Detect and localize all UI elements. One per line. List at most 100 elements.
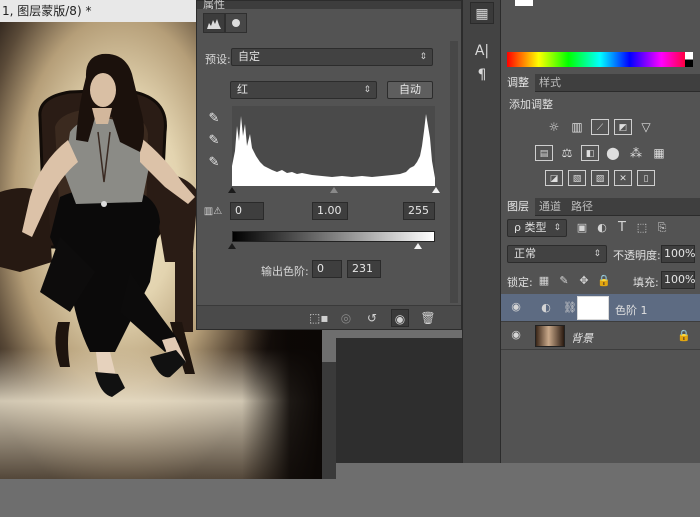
opacity-field[interactable]: 100% <box>661 245 695 263</box>
black-point-eyedropper-icon[interactable]: ✎ <box>206 111 222 127</box>
add-adjustment-title: 添加调整 <box>509 98 553 111</box>
layer-filter-label: ρ 类型 <box>514 221 547 234</box>
layer-name[interactable]: 色阶 1 <box>615 302 648 318</box>
threshold-icon[interactable]: ▨ <box>591 170 609 186</box>
channel-mixer-icon[interactable]: ⁂ <box>627 145 645 161</box>
levels-icon[interactable]: ▥ <box>568 119 586 135</box>
black-white-ramp[interactable] <box>685 52 693 67</box>
input-white-field[interactable]: 255 <box>403 202 435 220</box>
levels-adjustment-tab[interactable] <box>203 13 225 33</box>
mask-icon <box>232 19 240 27</box>
exposure-icon[interactable]: ◩ <box>614 119 632 135</box>
input-black-slider[interactable] <box>228 187 236 193</box>
layer-row-background[interactable]: ◉ 背景 🔒 <box>501 322 700 350</box>
input-white-slider[interactable] <box>432 187 440 193</box>
mask-tab[interactable] <box>225 13 247 33</box>
visibility-eye-icon[interactable]: ◉ <box>391 309 409 327</box>
properties-title-bar[interactable]: 属性 <box>197 0 461 11</box>
input-gamma-field[interactable]: 1.00 <box>312 202 348 220</box>
layer-mask-thumbnail[interactable] <box>577 296 609 320</box>
fill-field[interactable]: 100% <box>661 271 695 289</box>
invert-icon[interactable]: ◪ <box>545 170 563 186</box>
filter-adjustment-icon[interactable]: ◐ <box>595 221 609 234</box>
properties-panel-title: 属性 <box>203 0 225 11</box>
vibrance-icon[interactable]: ▽ <box>637 119 655 135</box>
gray-point-eyedropper-icon[interactable]: ✎ <box>206 133 222 149</box>
tab-paths[interactable]: 路径 <box>565 198 599 216</box>
adjustment-layer-icon: ◐ <box>541 301 551 314</box>
select-arrows-icon: ⇕ <box>553 223 561 233</box>
opacity-label: 不透明度: <box>613 249 661 262</box>
input-gamma-slider[interactable] <box>330 187 338 193</box>
paragraph-panel-icon[interactable]: ¶ <box>470 64 494 86</box>
posterize-icon[interactable]: ▧ <box>568 170 586 186</box>
blend-mode-select[interactable]: 正常 ⇕ <box>507 245 607 263</box>
right-dock: 调整 样式 添加调整 ☼ ▥ ⟋ ◩ ▽ ▤ ⚖ ◧ ⬤ ⁂ ▦ ◪ ▧ ▨ ✕… <box>500 0 700 463</box>
tab-channels[interactable]: 通道 <box>533 198 567 216</box>
layers-tabbar: 图层 通道 路径 <box>501 198 700 216</box>
channel-select[interactable]: 红 ⇕ <box>230 81 377 99</box>
properties-panel: 属性 预设: 自定 ⇕ 红 ⇕ 自动 ✎ ✎ ✎ ▥⚠ 0 1.00 255 输… <box>196 0 462 330</box>
tab-adjustments[interactable]: 调整 <box>501 74 535 92</box>
document-tab-title: 1, 图层蒙版/8) * <box>2 4 92 18</box>
select-arrows-icon: ⇕ <box>363 85 371 95</box>
foreground-swatch[interactable] <box>515 0 533 6</box>
tab-layers[interactable]: 图层 <box>501 198 535 216</box>
output-black-field[interactable]: 0 <box>312 260 342 278</box>
output-levels-label: 输出色阶: <box>261 265 309 278</box>
color-balance-icon[interactable]: ⚖ <box>558 145 576 161</box>
output-gradient <box>232 231 435 242</box>
lock-pixels-icon[interactable]: ✎ <box>557 274 571 287</box>
output-white-slider[interactable] <box>414 243 422 249</box>
layer-row-levels[interactable]: ◉ ◐ ⛓ 色阶 1 <box>501 294 700 322</box>
black-white-icon[interactable]: ◧ <box>581 145 599 161</box>
background-thumbnail <box>535 325 565 347</box>
delete-trash-icon[interactable]: 🗑 <box>419 309 437 327</box>
input-black-field[interactable]: 0 <box>230 202 264 220</box>
workspace-bottom <box>0 479 500 517</box>
properties-footer: ⬚▪ ◎ ↺ ◉ 🗑 <box>197 305 461 329</box>
layer-visibility-eye-icon[interactable]: ◉ <box>509 328 523 342</box>
output-black-slider[interactable] <box>228 243 236 249</box>
view-previous-state-icon[interactable]: ◎ <box>337 309 355 327</box>
character-panel-icon[interactable]: A| <box>470 40 494 62</box>
gradient-map-icon[interactable]: ▯ <box>637 170 655 186</box>
fill-label: 填充: <box>633 276 659 289</box>
clipping-warning-icon[interactable]: ▥⚠ <box>201 206 225 217</box>
color-spectrum[interactable] <box>507 52 693 67</box>
lock-position-icon[interactable]: ✥ <box>577 274 591 287</box>
filter-shape-icon[interactable]: ⬚ <box>635 221 649 234</box>
photo-filter-icon[interactable]: ⬤ <box>604 145 622 161</box>
tab-styles[interactable]: 样式 <box>533 74 567 92</box>
lock-transparency-icon[interactable]: ▦ <box>537 274 551 287</box>
properties-scrollbar[interactable] <box>450 41 458 303</box>
filter-smart-object-icon[interactable]: ⎘ <box>655 221 669 235</box>
mask-link-icon[interactable]: ⛓ <box>563 301 577 314</box>
hue-saturation-icon[interactable]: ▤ <box>535 145 553 161</box>
preset-label: 预设: <box>205 53 231 66</box>
select-arrows-icon: ⇕ <box>593 249 601 259</box>
layer-name[interactable]: 背景 <box>571 330 593 346</box>
filter-pixel-icon[interactable]: ▣ <box>575 221 589 234</box>
selective-color-icon[interactable]: ✕ <box>614 170 632 186</box>
histogram-graph <box>232 114 435 186</box>
lock-all-icon[interactable]: 🔒 <box>597 274 611 287</box>
color-panel <box>501 0 700 72</box>
document-tab[interactable]: 1, 图层蒙版/8) * <box>0 0 196 22</box>
layer-visibility-eye-icon[interactable]: ◉ <box>509 300 523 314</box>
clip-to-layer-icon[interactable]: ⬚▪ <box>309 309 328 327</box>
white-point-eyedropper-icon[interactable]: ✎ <box>206 155 222 171</box>
layer-filter-select[interactable]: ρ 类型 ⇕ <box>507 219 567 237</box>
layer-lock-icon: 🔒 <box>677 329 691 342</box>
brightness-icon[interactable]: ☼ <box>545 119 563 135</box>
canvas-edge <box>322 362 336 479</box>
reset-icon[interactable]: ↺ <box>363 309 381 327</box>
curves-icon[interactable]: ⟋ <box>591 119 609 135</box>
output-white-field[interactable]: 231 <box>347 260 381 278</box>
color-lookup-icon[interactable]: ▦ <box>650 145 668 161</box>
preset-select[interactable]: 自定 ⇕ <box>231 48 433 66</box>
filter-type-icon[interactable]: T <box>615 220 629 235</box>
properties-panel-icon[interactable]: ▦ <box>470 2 494 24</box>
blend-mode-value: 正常 <box>514 247 536 260</box>
auto-button[interactable]: 自动 <box>387 81 433 99</box>
